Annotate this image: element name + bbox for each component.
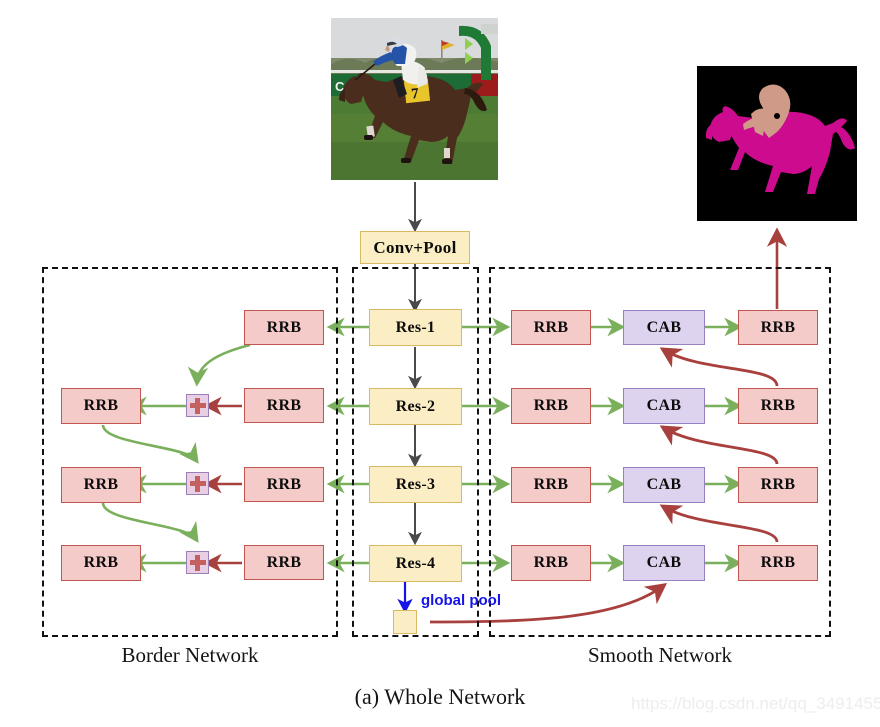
smooth-rrb-right-4[interactable]: RRB <box>738 545 818 581</box>
plus-horizontal-stroke <box>189 481 206 486</box>
plus-horizontal-stroke <box>189 403 206 408</box>
border-outer-rrb-2[interactable]: RRB <box>61 467 141 503</box>
smooth-cab-2[interactable]: CAB <box>623 388 705 424</box>
smooth-cab-4[interactable]: CAB <box>623 545 705 581</box>
border-network-label: Border Network <box>121 643 259 667</box>
smooth-rrb-right-1[interactable]: RRB <box>738 310 818 345</box>
border-outer-rrb-3[interactable]: RRB <box>61 545 141 581</box>
smooth-rrb-left-3[interactable]: RRB <box>511 467 591 503</box>
smooth-network-label: Smooth Network <box>587 643 733 667</box>
input-image-horse-rider: CA MA <box>331 18 498 180</box>
border-inner-rrb-2[interactable]: RRB <box>244 388 324 423</box>
output-segmentation-mask <box>697 66 857 221</box>
global-pool-label: global pool <box>421 592 501 609</box>
backbone-res-4-block[interactable]: Res-4 <box>369 545 462 582</box>
smooth-rrb-right-2[interactable]: RRB <box>738 388 818 424</box>
plus-horizontal-stroke <box>189 560 206 565</box>
smooth-rrb-right-3[interactable]: RRB <box>738 467 818 503</box>
global-pool-node[interactable] <box>393 610 417 634</box>
border-sum-node-1[interactable] <box>186 394 209 417</box>
smooth-cab-1[interactable]: CAB <box>623 310 705 345</box>
smooth-rrb-left-4[interactable]: RRB <box>511 545 591 581</box>
figure-caption: (a) Whole Network <box>354 684 526 709</box>
border-inner-rrb-3[interactable]: RRB <box>244 467 324 502</box>
border-outer-rrb-1[interactable]: RRB <box>61 388 141 424</box>
border-sum-node-3[interactable] <box>186 551 209 574</box>
backbone-res-3-block[interactable]: Res-3 <box>369 466 462 503</box>
border-inner-rrb-4[interactable]: RRB <box>244 545 324 580</box>
border-sum-node-2[interactable] <box>186 472 209 495</box>
backbone-res-2-block[interactable]: Res-2 <box>369 388 462 425</box>
figure-canvas: Border Network Smooth Network CA MA <box>0 0 880 727</box>
border-inner-rrb-1[interactable]: RRB <box>244 310 324 345</box>
smooth-rrb-left-1[interactable]: RRB <box>511 310 591 345</box>
smooth-rrb-left-2[interactable]: RRB <box>511 388 591 424</box>
smooth-cab-3[interactable]: CAB <box>623 467 705 503</box>
backbone-conv-pool-block[interactable]: Conv+Pool <box>360 231 470 264</box>
backbone-res-1-block[interactable]: Res-1 <box>369 309 462 346</box>
